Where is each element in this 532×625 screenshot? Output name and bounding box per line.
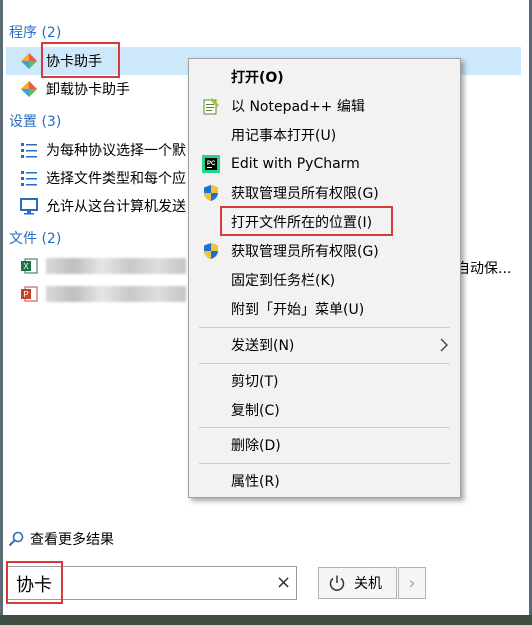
section-title-programs: 程序 (2) — [9, 25, 62, 41]
menu-item-label: 复制(C) — [231, 403, 280, 419]
svg-text:X: X — [23, 262, 29, 271]
menu-item-label: 打开(O) — [231, 70, 284, 86]
clear-search-icon[interactable]: × — [276, 572, 291, 593]
settings-item-remote[interactable]: 允许从这台计算机发送 — [6, 192, 186, 220]
uac-shield-icon — [202, 242, 220, 260]
file-item-location: 自动保... — [456, 261, 512, 277]
menu-item-cut[interactable]: 剪切(T) — [189, 367, 460, 395]
menu-item-label: 附到「开始」菜单(U) — [231, 302, 365, 318]
pycharm-icon: PC — [202, 155, 220, 173]
menu-item-properties[interactable]: 属性(R) — [189, 467, 460, 495]
menu-item-pin-taskbar[interactable]: 固定到任务栏(K) — [189, 266, 460, 294]
context-menu: 打开(O) 以 Notepad++ 编辑 用记事本打开(U) PC Edit w… — [188, 58, 461, 498]
menu-item-notepadpp[interactable]: 以 Notepad++ 编辑 — [189, 92, 460, 120]
settings-item-filetype[interactable]: 选择文件类型和每个应 — [6, 164, 186, 192]
menu-item-take-ownership-2[interactable]: 获取管理员所有权限(G) — [189, 237, 460, 265]
highlight-frame-open-location — [220, 206, 393, 236]
menu-item-open[interactable]: 打开(O) — [189, 63, 460, 91]
search-icon — [8, 531, 24, 547]
powerpoint-icon: P — [20, 285, 38, 303]
menu-item-label: 发送到(N) — [231, 338, 295, 354]
settings-item-label: 为每种协议选择一个默 — [46, 143, 186, 159]
menu-item-label: 剪切(T) — [231, 374, 279, 390]
svg-text:PC: PC — [207, 161, 216, 167]
more-results-label: 查看更多结果 — [30, 532, 114, 548]
more-results-link[interactable]: 查看更多结果 — [8, 529, 114, 549]
menu-item-pycharm[interactable]: PC Edit with PyCharm — [189, 150, 460, 178]
menu-separator — [199, 427, 450, 428]
uac-shield-icon — [202, 184, 220, 202]
menu-item-pin-start[interactable]: 附到「开始」菜单(U) — [189, 295, 460, 323]
menu-item-label: Edit with PyCharm — [231, 156, 360, 172]
notepad-plus-plus-icon — [202, 97, 220, 115]
svg-text:P: P — [23, 290, 28, 299]
menu-item-delete[interactable]: 删除(D) — [189, 431, 460, 459]
chevron-right-icon: › — [408, 572, 416, 594]
menu-item-label: 属性(R) — [231, 474, 280, 490]
highlight-frame-search — [6, 561, 63, 604]
menu-separator — [199, 363, 450, 364]
result-item-label: 卸载协卡助手 — [46, 82, 130, 98]
menu-item-label: 用记事本打开(U) — [231, 128, 337, 144]
highlight-frame-app — [41, 42, 120, 78]
menu-separator — [199, 463, 450, 464]
menu-item-copy[interactable]: 复制(C) — [189, 396, 460, 424]
settings-item-label: 选择文件类型和每个应 — [46, 171, 186, 187]
shutdown-label: 关机 — [354, 576, 382, 592]
monitor-icon — [20, 197, 38, 215]
menu-item-label: 以 Notepad++ 编辑 — [231, 99, 365, 115]
menu-item-label: 获取管理员所有权限(G) — [231, 186, 379, 202]
menu-separator — [199, 327, 450, 328]
menu-item-label: 获取管理员所有权限(G) — [231, 244, 379, 260]
shutdown-button[interactable]: 关机 — [318, 567, 397, 599]
window-frame-left — [0, 0, 3, 625]
section-title-files: 文件 (2) — [9, 231, 62, 247]
menu-item-take-ownership[interactable]: 获取管理员所有权限(G) — [189, 179, 460, 207]
redacted-filename — [46, 286, 186, 302]
power-icon — [328, 574, 346, 592]
redacted-filename — [46, 258, 186, 274]
submenu-arrow-icon — [439, 338, 449, 356]
menu-item-send-to[interactable]: 发送到(N) — [189, 331, 460, 359]
menu-item-notepad[interactable]: 用记事本打开(U) — [189, 121, 460, 149]
menu-item-label: 删除(D) — [231, 438, 281, 454]
list-settings-icon — [20, 141, 38, 159]
section-title-settings: 设置 (3) — [9, 114, 62, 130]
settings-item-protocol[interactable]: 为每种协议选择一个默 — [6, 136, 186, 164]
list-settings-icon — [20, 169, 38, 187]
shutdown-options-button[interactable]: › — [398, 567, 426, 599]
excel-icon: X — [20, 257, 38, 275]
settings-item-label: 允许从这台计算机发送 — [46, 199, 186, 215]
app-icon — [20, 80, 38, 98]
taskbar-strip — [0, 615, 532, 625]
menu-item-label: 固定到任务栏(K) — [231, 273, 336, 289]
app-icon — [20, 52, 38, 70]
